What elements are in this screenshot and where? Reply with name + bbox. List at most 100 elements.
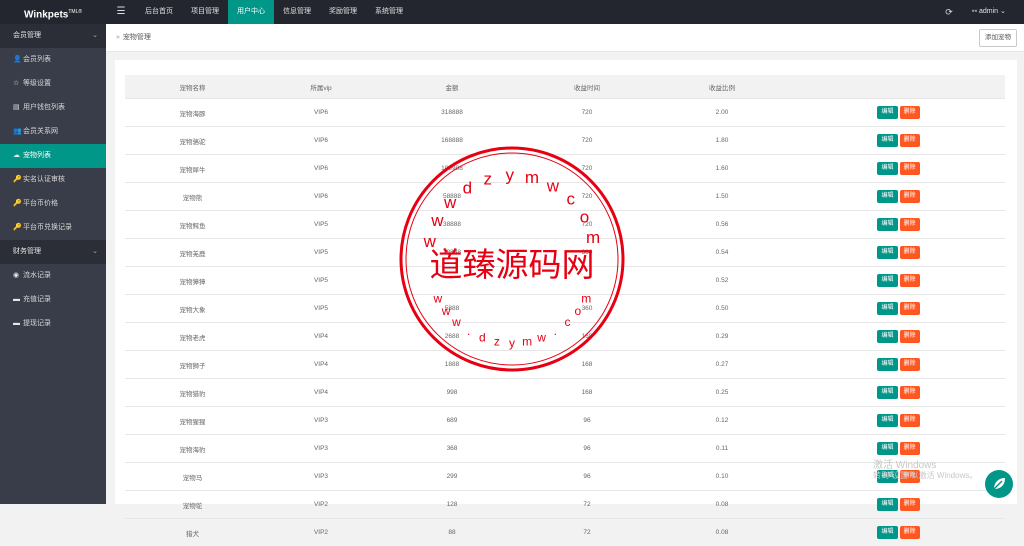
delete-button[interactable]: 删除 (900, 330, 920, 343)
sidebar-item-icon: 🔑 (13, 216, 23, 240)
sidebar-item[interactable]: ◉流水记录 (0, 264, 106, 288)
refresh-icon[interactable]: ⟳ (940, 0, 958, 24)
user-menu[interactable]: ⚯ admin ⌄ (972, 0, 1006, 24)
edit-button[interactable]: 编辑 (877, 330, 897, 343)
breadcrumb-current[interactable]: 宠物管理 (123, 34, 151, 41)
delete-button[interactable]: 删除 (900, 246, 920, 259)
edit-button[interactable]: 编辑 (877, 358, 897, 371)
sidebar-item[interactable]: ☁宠物列表 (0, 144, 106, 168)
delete-button[interactable]: 删除 (900, 162, 920, 175)
table-cell: VIP5 (260, 239, 382, 267)
top-nav-item[interactable]: 信息管理 (274, 0, 320, 24)
sidebar-item-icon: ☆ (13, 72, 23, 96)
edit-button[interactable]: 编辑 (877, 414, 897, 427)
table-cell: 0.25 (652, 379, 792, 407)
edit-button[interactable]: 编辑 (877, 106, 897, 119)
column-header (792, 75, 1005, 99)
sidebar-item-icon: 👤 (13, 48, 23, 72)
sidebar-item[interactable]: 👤会员列表 (0, 48, 106, 72)
edit-button[interactable]: 编辑 (877, 218, 897, 231)
edit-button[interactable]: 编辑 (877, 162, 897, 175)
edit-button[interactable]: 编辑 (877, 274, 897, 287)
table-cell: 宠物骆驼 (125, 127, 260, 155)
menu-toggle-icon[interactable]: ☰ (106, 0, 136, 24)
delete-button[interactable]: 删除 (900, 498, 920, 511)
edit-button[interactable]: 编辑 (877, 442, 897, 455)
edit-button[interactable]: 编辑 (877, 498, 897, 511)
table-cell: 宠物猩猩 (125, 407, 260, 435)
delete-button[interactable]: 删除 (900, 358, 920, 371)
sidebar-group[interactable]: 会员管理⌄ (0, 24, 106, 48)
delete-button[interactable]: 删除 (900, 134, 920, 147)
table-cell: 18888 (382, 239, 522, 267)
sidebar-item[interactable]: 🔑平台币价格 (0, 192, 106, 216)
delete-button[interactable]: 删除 (900, 442, 920, 455)
table-cell: 宠物马 (125, 463, 260, 491)
table-row: 宠物大象VIP558883600.50编辑删除 (125, 295, 1005, 323)
row-actions: 编辑删除 (792, 323, 1005, 351)
sidebar-item-icon: ▤ (13, 96, 23, 120)
sidebar-item-label: 充值记录 (23, 296, 51, 303)
edit-button[interactable]: 编辑 (877, 190, 897, 203)
delete-button[interactable]: 删除 (900, 218, 920, 231)
table-cell: 128 (382, 491, 522, 519)
delete-button[interactable]: 删除 (900, 274, 920, 287)
delete-button[interactable]: 删除 (900, 106, 920, 119)
table-cell: 1.60 (652, 155, 792, 183)
table-cell: 5888 (382, 295, 522, 323)
edit-button[interactable]: 编辑 (877, 302, 897, 315)
sidebar-item-label: 流水记录 (23, 272, 51, 279)
row-actions: 编辑删除 (792, 351, 1005, 379)
windows-activation-hint: 转到"设置"以激活 Windows。 (873, 470, 977, 481)
table-row: 宠物猩猩VIP3689960.12编辑删除 (125, 407, 1005, 435)
sidebar-item-label: 会员关系网 (23, 128, 58, 135)
top-nav-item[interactable]: 后台首页 (136, 0, 182, 24)
sidebar-item[interactable]: 🔑实名认证审核 (0, 168, 106, 192)
sidebar-item[interactable]: ▤用户钱包列表 (0, 96, 106, 120)
table-cell: 0.52 (652, 267, 792, 295)
username: admin (979, 8, 998, 15)
delete-button[interactable]: 删除 (900, 386, 920, 399)
sidebar-group[interactable]: 财务管理⌄ (0, 240, 106, 264)
table-cell: 宠物大象 (125, 295, 260, 323)
table-cell: 720 (522, 127, 652, 155)
top-nav-item[interactable]: 项目管理 (182, 0, 228, 24)
sidebar-item[interactable]: 🔑平台币兑换记录 (0, 216, 106, 240)
top-nav-item[interactable]: 系统管理 (366, 0, 412, 24)
sidebar-item[interactable]: ☆等级设置 (0, 72, 106, 96)
breadcrumb: »宠物管理 (116, 24, 151, 51)
edit-button[interactable]: 编辑 (877, 526, 897, 539)
table-header-row: 宠物名称所属vip金额收益时间收益比例 (125, 75, 1005, 99)
sidebar-item[interactable]: ▬充值记录 (0, 288, 106, 312)
edit-button[interactable]: 编辑 (877, 386, 897, 399)
delete-button[interactable]: 删除 (900, 526, 920, 539)
table-row: 宠物獐獐VIP50.52编辑删除 (125, 267, 1005, 295)
sidebar-item[interactable]: ▬提现记录 (0, 312, 106, 336)
table-cell: 0.29 (652, 323, 792, 351)
floating-action-button[interactable] (985, 470, 1013, 498)
delete-button[interactable]: 删除 (900, 414, 920, 427)
chevron-down-icon: ⌄ (92, 24, 98, 48)
edit-button[interactable]: 编辑 (877, 134, 897, 147)
sidebar-item-icon: ▬ (13, 288, 23, 312)
sidebar-item[interactable]: 👥会员关系网 (0, 120, 106, 144)
table-cell: 0.56 (652, 211, 792, 239)
sidebar-item-icon: ▬ (13, 312, 23, 336)
chevron-down-icon: ⌄ (92, 240, 98, 264)
top-nav-item[interactable]: 奖励管理 (320, 0, 366, 24)
app-logo[interactable]: WinkpetsTML® (0, 0, 106, 24)
table-cell: 360 (522, 295, 652, 323)
table-cell: 720 (522, 211, 652, 239)
table-cell: 368 (382, 435, 522, 463)
add-pet-button[interactable]: 添加宠物 (979, 29, 1017, 47)
delete-button[interactable]: 删除 (900, 190, 920, 203)
table-row: 宠物鳄鱼VIP5388887200.56编辑删除 (125, 211, 1005, 239)
sidebar-item-icon: 🔑 (13, 168, 23, 192)
table-cell: VIP3 (260, 435, 382, 463)
top-nav-item[interactable]: 用户中心 (228, 0, 274, 24)
delete-button[interactable]: 删除 (900, 302, 920, 315)
sidebar-item-label: 提现记录 (23, 320, 51, 327)
table-cell: 宠物猎豹 (125, 379, 260, 407)
sidebar: 会员管理⌄👤会员列表☆等级设置▤用户钱包列表👥会员关系网☁宠物列表🔑实名认证审核… (0, 24, 106, 504)
edit-button[interactable]: 编辑 (877, 246, 897, 259)
